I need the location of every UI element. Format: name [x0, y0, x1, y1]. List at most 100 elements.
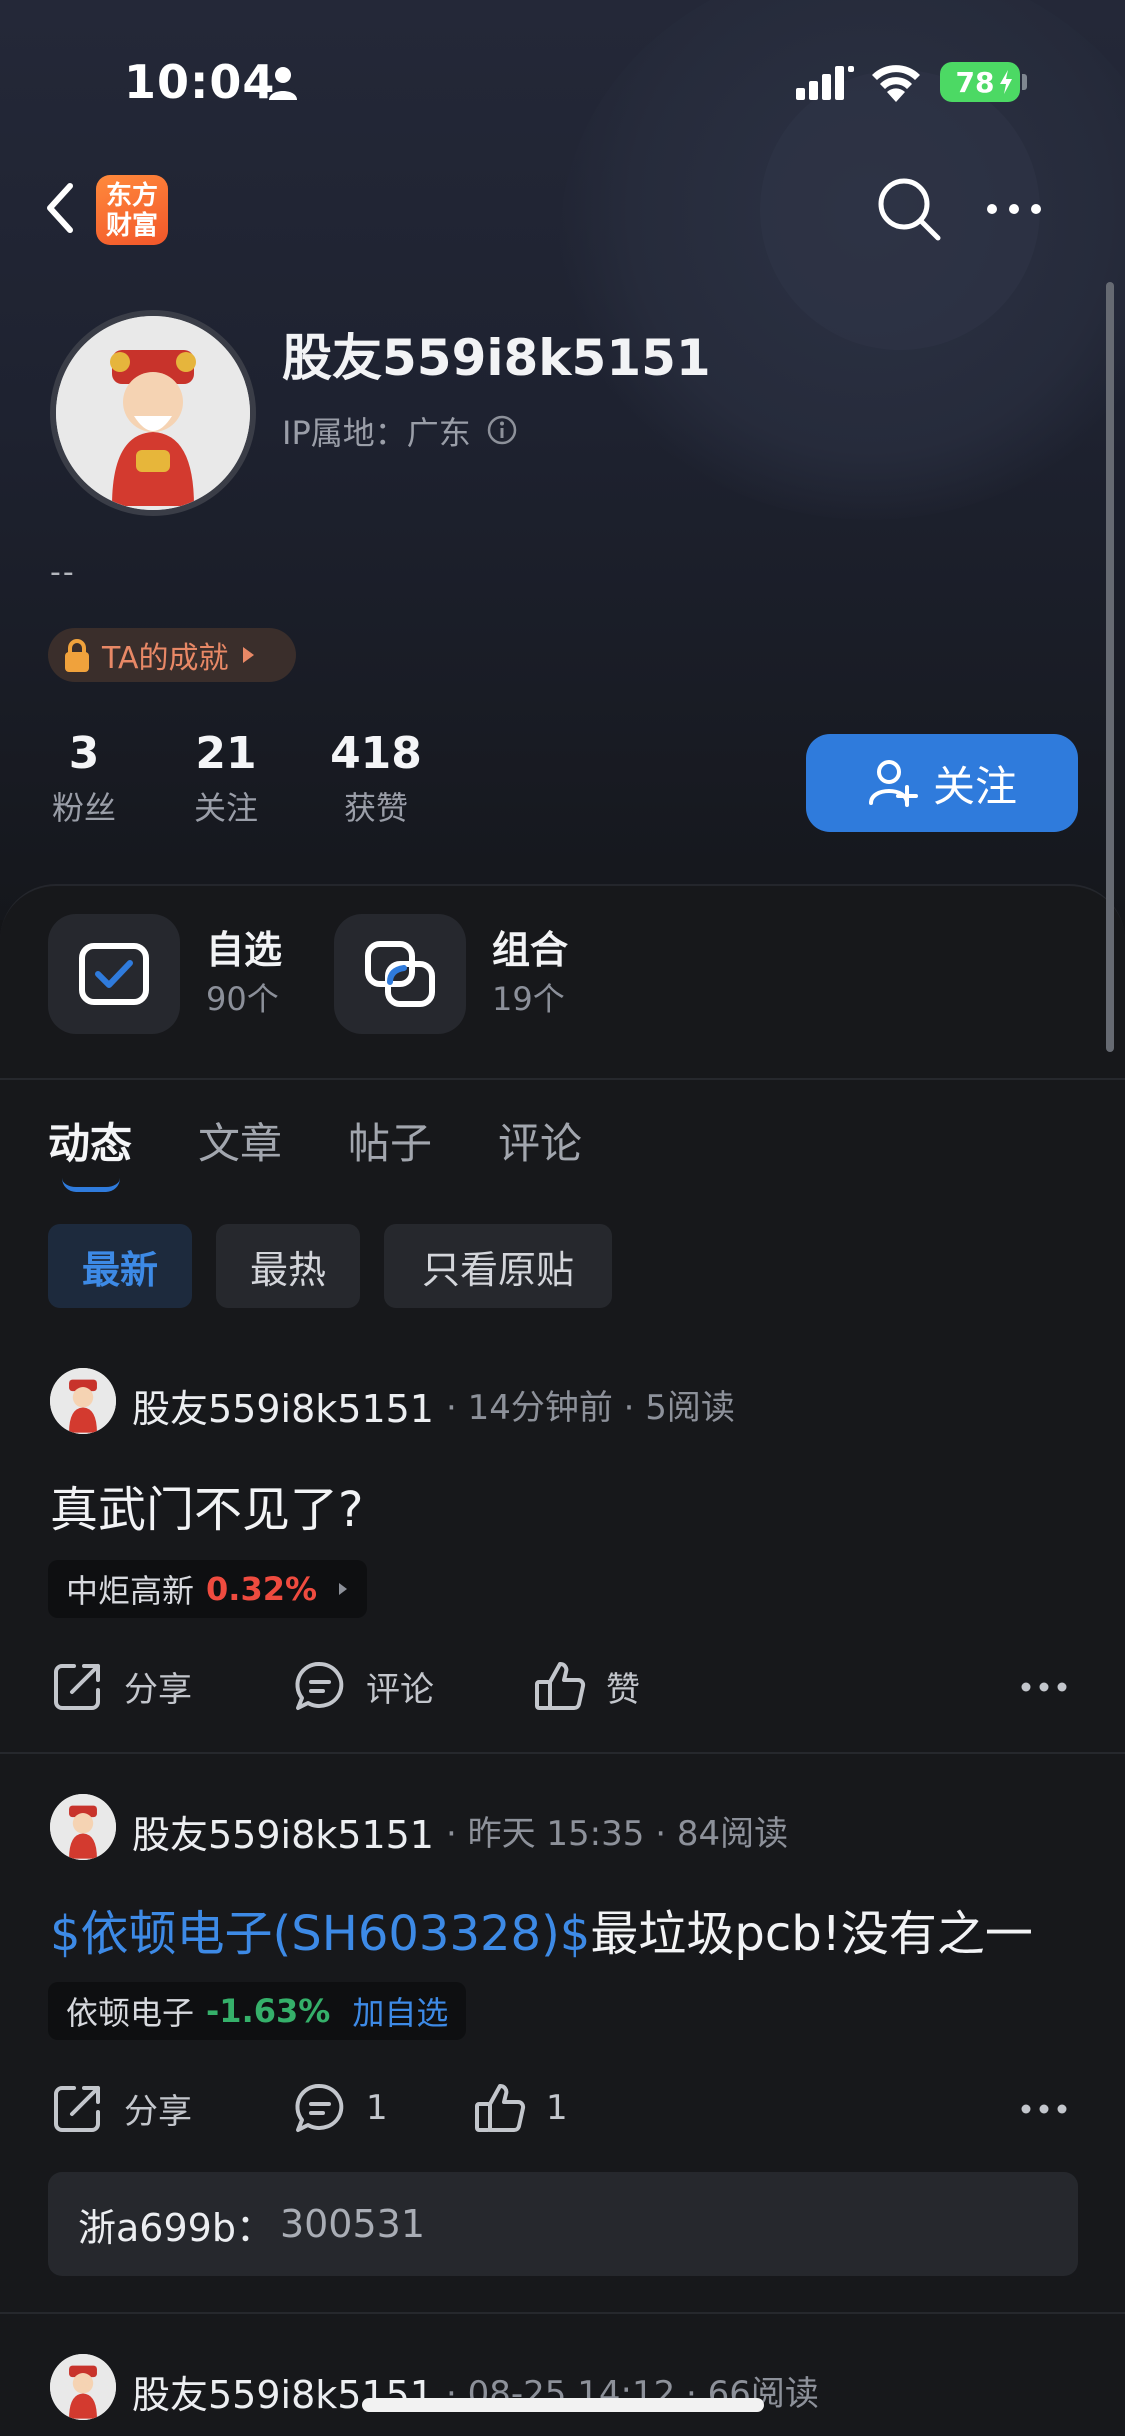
share-label: 分享	[124, 1669, 192, 1710]
comment-bubble-icon	[295, 1661, 344, 1710]
tab-posts[interactable]: 帖子	[348, 1110, 432, 1171]
stock-change: 0.32%	[206, 1570, 318, 1608]
logo-line2: 财富	[105, 211, 158, 241]
tile-portfolio-title: 组合	[492, 928, 569, 972]
stat-fans[interactable]: 3 粉丝	[44, 728, 124, 832]
share-label: 分享	[124, 2091, 192, 2132]
share-action[interactable]: 分享	[50, 1658, 192, 1714]
profile-username: 股友559i8k5151	[282, 329, 711, 387]
tab-active-indicator	[62, 1178, 120, 1192]
battery-cap	[1022, 74, 1027, 90]
tile-watchlist-title: 自选	[206, 928, 283, 972]
caret-right-icon	[339, 1583, 348, 1595]
home-indicator[interactable]	[362, 2398, 764, 2412]
stock-change: -1.63%	[206, 1992, 331, 2030]
stock-name: 依顿电子	[66, 1994, 195, 2032]
scrollbar[interactable]	[1106, 282, 1114, 1052]
stat-likes-label: 获赞	[343, 789, 408, 827]
comment-label: 评论	[366, 1669, 434, 1710]
post-stock-link[interactable]: $依顿电子(SH603328)$	[50, 1906, 590, 1962]
watchlist-icon-box	[48, 914, 180, 1034]
achievement-label: TA的成就	[102, 641, 229, 676]
follow-button[interactable]: 关注	[806, 734, 1078, 832]
back-chevron-icon[interactable]	[40, 178, 80, 238]
info-icon[interactable]	[486, 414, 518, 446]
search-icon[interactable]	[876, 176, 942, 242]
stock-name: 中炬高新	[66, 1572, 195, 1610]
post-text[interactable]: $依顿电子(SH603328)$最垃圾pcb!没有之一	[50, 1894, 1033, 1964]
status-time: 10:04	[124, 55, 276, 109]
caret-right-icon	[242, 647, 254, 663]
post-author[interactable]: 股友559i8k5151	[132, 1378, 434, 1433]
like-action[interactable]: 赞	[532, 1658, 640, 1714]
add-person-icon	[868, 760, 918, 807]
fortune-god-avatar-icon	[50, 1368, 116, 1434]
battery-indicator: 78	[940, 62, 1020, 102]
like-label: 赞	[606, 1669, 640, 1710]
comment-preview[interactable]: 浙a699b： 300531	[48, 2172, 1078, 2276]
post-avatar[interactable]	[50, 1368, 116, 1434]
tile-watchlist[interactable]: 自选 90个	[48, 914, 282, 1034]
post-divider	[0, 2312, 1125, 2314]
post-meta: · 14分钟前 · 5阅读	[446, 1388, 735, 1428]
status-bar: 10:04 78	[0, 0, 1125, 160]
eastmoney-logo[interactable]: 东方 财富	[96, 175, 168, 245]
stat-following[interactable]: 21 关注	[186, 728, 266, 832]
profile-screen: 10:04 78 东方 财富 股友559i8k5151 IP属地：广东 -- T…	[0, 0, 1125, 2436]
post-more-icon[interactable]	[1020, 2102, 1068, 2116]
achievement-pill[interactable]: TA的成就	[48, 628, 296, 682]
comment-text: 300531	[279, 2202, 426, 2246]
post-text[interactable]: 真武门不见了?	[50, 1470, 363, 1540]
comment-action[interactable]: 评论	[292, 1658, 434, 1714]
filter-original-only[interactable]: 只看原贴	[384, 1224, 612, 1308]
stock-tag[interactable]: 中炬高新 0.32%	[48, 1560, 368, 1618]
stat-likes[interactable]: 418 获赞	[326, 728, 426, 832]
post-meta: · 昨天 15:35 · 84阅读	[446, 1814, 789, 1854]
tiles-divider	[0, 1078, 1125, 1080]
profile-avatar[interactable]	[50, 310, 256, 516]
comment-user[interactable]: 浙a699b：	[78, 2197, 274, 2252]
more-options-icon[interactable]	[984, 196, 1044, 222]
stat-fans-value: 3	[68, 728, 100, 779]
comment-action[interactable]: 1	[292, 2080, 388, 2136]
signal-icon	[796, 66, 854, 100]
stat-following-value: 21	[195, 728, 257, 779]
tile-portfolio-count: 19个	[492, 980, 565, 1018]
filter-latest[interactable]: 最新	[48, 1224, 192, 1308]
charging-bolt-icon	[1000, 70, 1012, 94]
fortune-god-avatar-icon	[56, 316, 250, 510]
like-count: 1	[546, 2088, 568, 2128]
share-action[interactable]: 分享	[50, 2080, 192, 2136]
ip-location: IP属地：广东	[282, 414, 471, 452]
thumbs-up-icon	[535, 1662, 586, 1710]
tab-activity[interactable]: 动态	[48, 1110, 132, 1171]
filter-hot[interactable]: 最热	[216, 1224, 360, 1308]
post-avatar[interactable]	[50, 2354, 116, 2420]
post-more-icon[interactable]	[1020, 1680, 1068, 1694]
add-watchlist-link[interactable]: 加自选	[352, 1988, 448, 2034]
profile-bio: --	[50, 555, 76, 590]
lock-icon	[65, 639, 89, 672]
tab-comments[interactable]: 评论	[498, 1110, 582, 1171]
tile-watchlist-count: 90个	[206, 980, 279, 1018]
like-action[interactable]: 1	[472, 2080, 568, 2136]
fortune-god-avatar-icon	[50, 1794, 116, 1860]
share-icon	[54, 1664, 100, 1710]
portfolio-squares-icon	[365, 941, 435, 1007]
stat-likes-value: 418	[330, 728, 422, 779]
tab-articles[interactable]: 文章	[198, 1110, 282, 1171]
post-avatar[interactable]	[50, 1794, 116, 1860]
stock-tag[interactable]: 依顿电子 -1.63% 加自选	[48, 1982, 467, 2040]
person-icon	[269, 67, 297, 100]
stat-fans-label: 粉丝	[51, 789, 116, 827]
wifi-icon	[872, 65, 920, 102]
post-author[interactable]: 股友559i8k5151	[132, 1804, 434, 1859]
comment-count: 1	[366, 2088, 388, 2128]
battery-level: 78	[955, 65, 995, 99]
stat-following-label: 关注	[193, 789, 258, 827]
follow-button-label: 关注	[932, 761, 1017, 811]
fortune-god-avatar-icon	[50, 2354, 116, 2420]
comment-bubble-icon	[295, 2083, 344, 2132]
portfolio-icon-box	[334, 914, 466, 1034]
tile-portfolio[interactable]: 组合 19个	[334, 914, 568, 1034]
